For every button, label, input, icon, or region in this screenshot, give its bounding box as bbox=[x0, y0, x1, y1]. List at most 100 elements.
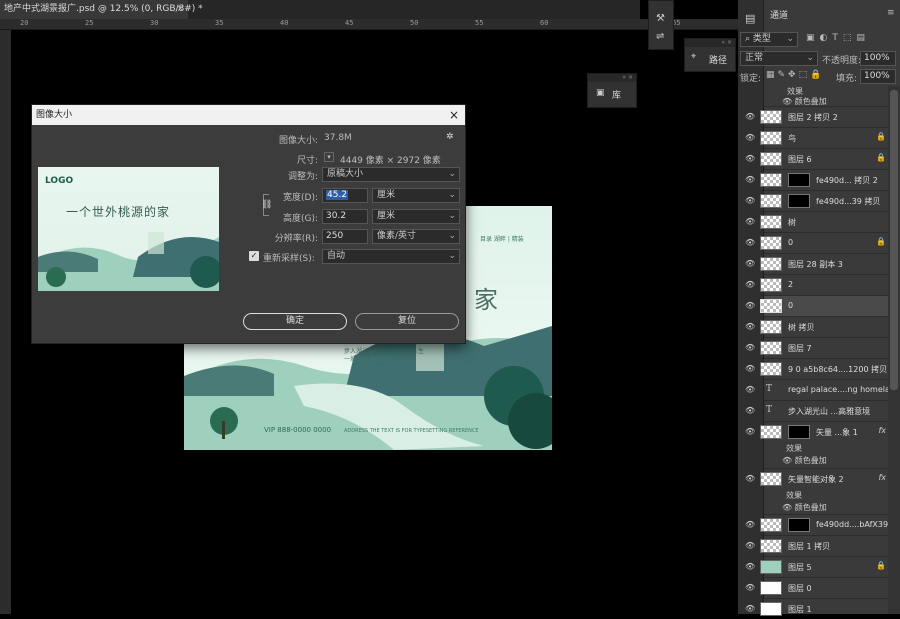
vertical-ruler[interactable] bbox=[0, 30, 11, 614]
ok-button[interactable]: 确定 bbox=[243, 313, 347, 330]
eye-icon[interactable]: 👁 bbox=[745, 385, 755, 394]
paths-panel[interactable]: » × ⌖ 路径 bbox=[684, 38, 736, 72]
fx-icon[interactable]: fx bbox=[878, 473, 886, 482]
resolution-input[interactable]: 250 bbox=[322, 229, 368, 244]
eye-icon[interactable]: 👁 bbox=[745, 280, 755, 289]
eye-icon[interactable]: 👁 bbox=[745, 541, 755, 550]
brush-tools-panel[interactable]: ⚒ ⇌ bbox=[648, 0, 674, 50]
reset-button[interactable]: 复位 bbox=[355, 313, 459, 330]
fit-to-value: 原稿大小 bbox=[327, 169, 364, 179]
eye-icon[interactable]: 👁 bbox=[745, 520, 755, 529]
text-layer-icon: T bbox=[766, 384, 773, 394]
layer-name: 图层 7 bbox=[788, 344, 812, 353]
panel-menu-icon[interactable]: ≡ bbox=[887, 8, 895, 18]
height-unit-select[interactable]: 厘米 ⌄ bbox=[372, 209, 460, 224]
dialog-titlebar[interactable]: 图像大小 × bbox=[32, 105, 465, 125]
lock-icons[interactable]: ▦✎✥⬚🔒 bbox=[766, 70, 824, 80]
layers-scrollbar[interactable] bbox=[888, 86, 900, 614]
eye-icon[interactable]: 👁 bbox=[782, 503, 795, 512]
dimensions-label: 尺寸: bbox=[296, 156, 318, 166]
lock-icon: 🔒 bbox=[876, 561, 886, 570]
settings-gear-icon[interactable]: ✲ bbox=[446, 132, 454, 142]
width-unit-select[interactable]: 厘米 ⌄ bbox=[372, 188, 460, 203]
eye-icon[interactable]: 👁 bbox=[745, 343, 755, 352]
horizontal-ruler[interactable]: 20 25 30 35 40 45 50 55 60 65 bbox=[0, 19, 738, 30]
layer-thumbnail bbox=[760, 539, 782, 553]
layer-row[interactable]: 👁 图层 7 bbox=[745, 337, 888, 358]
layer-row[interactable]: 👁 Tregal palace....ng homeland bbox=[745, 379, 900, 400]
eye-icon[interactable]: 👁 bbox=[745, 604, 755, 613]
layer-row[interactable]: 👁 矢量智能对象 2 fx bbox=[745, 468, 888, 489]
eye-icon[interactable]: 👁 bbox=[745, 112, 755, 121]
eye-icon[interactable]: 👁 bbox=[745, 217, 755, 226]
blend-mode-select[interactable]: 正常 ⌄ bbox=[740, 51, 818, 66]
layer-row[interactable]: 👁 fe490d... 拷贝 2 bbox=[745, 169, 888, 190]
fit-to-select[interactable]: 原稿大小 ⌄ bbox=[322, 167, 460, 182]
resample-select[interactable]: 自动 ⌄ bbox=[322, 249, 460, 264]
eye-icon[interactable]: 👁 bbox=[745, 583, 755, 592]
color-overlay-effect[interactable]: 👁 颜色叠加 bbox=[782, 455, 827, 466]
layer-row[interactable]: 👁 图层 1 拷贝 bbox=[745, 535, 888, 556]
brush-settings-icon[interactable]: ⚒ bbox=[656, 13, 665, 24]
eye-icon[interactable]: 👁 bbox=[745, 133, 755, 142]
layer-row-selected[interactable]: 👁 0 bbox=[745, 295, 888, 316]
layer-filter-select[interactable]: ⌕ 类型 ⌄ bbox=[740, 32, 798, 47]
fx-icon[interactable]: fx bbox=[878, 426, 886, 435]
width-input[interactable]: 45.2 bbox=[322, 188, 368, 203]
dimensions-dropdown-icon[interactable]: ▾ bbox=[324, 152, 334, 162]
layer-name: 0 bbox=[788, 238, 794, 247]
eye-icon[interactable]: 👁 bbox=[745, 259, 755, 268]
layer-row[interactable]: 👁 图层 0 bbox=[745, 577, 888, 598]
layer-thumbnail bbox=[760, 110, 782, 124]
close-tab-icon[interactable]: × bbox=[176, 0, 184, 19]
eye-icon[interactable]: 👁 bbox=[745, 364, 755, 373]
eye-icon[interactable]: 👁 bbox=[745, 196, 755, 205]
eye-icon[interactable]: 👁 bbox=[782, 97, 795, 106]
layer-name: 矢量智能对象 2 bbox=[788, 475, 844, 484]
tool-presets-icon[interactable]: ⇌ bbox=[656, 31, 664, 42]
layer-row[interactable]: 👁 图层 5 🔒 bbox=[745, 556, 888, 577]
layer-row[interactable]: 👁 鸟 🔒 bbox=[745, 127, 888, 148]
eye-icon[interactable]: 👁 bbox=[745, 562, 755, 571]
document-tab[interactable]: 地产中式湖景报广.psd @ 12.5% (0, RGB/8#) * × bbox=[0, 0, 203, 19]
ruler-tick: 35 bbox=[215, 19, 224, 27]
eye-icon[interactable]: 👁 bbox=[782, 456, 795, 465]
color-overlay-effect[interactable]: 👁 颜色叠加 bbox=[782, 502, 827, 513]
fill-input[interactable]: 100% bbox=[860, 69, 896, 84]
layer-row[interactable]: 👁 0 🔒 bbox=[745, 232, 888, 253]
panel-collapse-icon[interactable]: » × bbox=[588, 74, 636, 82]
scrollbar-thumb[interactable] bbox=[890, 90, 898, 390]
library-panel[interactable]: » × ▣ 库 bbox=[587, 73, 637, 108]
artwork-side-text: 目录 湖畔 | 精装 bbox=[480, 236, 524, 243]
eye-icon[interactable]: 👁 bbox=[745, 474, 755, 483]
layer-row[interactable]: 👁 9 0 a5b8c64....1200 拷贝 2 bbox=[745, 358, 895, 379]
image-preview[interactable]: LOGO 一个世外桃源的家 bbox=[38, 167, 219, 291]
eye-icon[interactable]: 👁 bbox=[745, 175, 755, 184]
layer-row[interactable]: 👁 图层 6 🔒 bbox=[745, 148, 888, 169]
eye-icon[interactable]: 👁 bbox=[745, 301, 755, 310]
eye-icon[interactable]: 👁 bbox=[745, 406, 755, 415]
layer-row[interactable]: 👁 fe490d...39 拷贝 bbox=[745, 190, 888, 211]
close-icon[interactable]: × bbox=[449, 105, 459, 125]
layer-row[interactable]: 👁 图层 2 拷贝 2 bbox=[745, 106, 888, 127]
layer-row[interactable]: 👁 图层 28 副本 3 bbox=[745, 253, 888, 274]
layer-row[interactable]: 👁 fe490dd....bAfX39 bbox=[745, 514, 888, 535]
layer-row[interactable]: 👁 图层 1 bbox=[745, 598, 888, 619]
height-input[interactable]: 30.2 bbox=[322, 209, 368, 224]
eye-icon[interactable]: 👁 bbox=[745, 322, 755, 331]
layer-row[interactable]: 👁 矢量 ...象 1 fx bbox=[745, 421, 888, 442]
filter-type-icons[interactable]: ▣◐T⬚▤ bbox=[806, 33, 870, 43]
layer-row[interactable]: 👁 树 bbox=[745, 211, 888, 232]
resolution-unit-select[interactable]: 像素/英寸 ⌄ bbox=[372, 229, 460, 244]
layer-row[interactable]: 👁 树 拷贝 bbox=[745, 316, 888, 337]
opacity-input[interactable]: 100% bbox=[860, 51, 896, 66]
adjustments-icon[interactable]: ▤ bbox=[745, 12, 755, 25]
layer-row[interactable]: 👁 2 bbox=[745, 274, 888, 295]
eye-icon[interactable]: 👁 bbox=[745, 238, 755, 247]
eye-icon[interactable]: 👁 bbox=[745, 427, 755, 436]
layer-row[interactable]: 👁 T 步入湖光山 ...高雅意境 bbox=[745, 400, 888, 421]
resample-checkbox[interactable]: ✓ bbox=[249, 251, 259, 261]
eye-icon[interactable]: 👁 bbox=[745, 154, 755, 163]
panel-collapse-icon[interactable]: » × bbox=[685, 39, 735, 47]
panel-tab-channels[interactable]: 通道 bbox=[770, 8, 788, 21]
